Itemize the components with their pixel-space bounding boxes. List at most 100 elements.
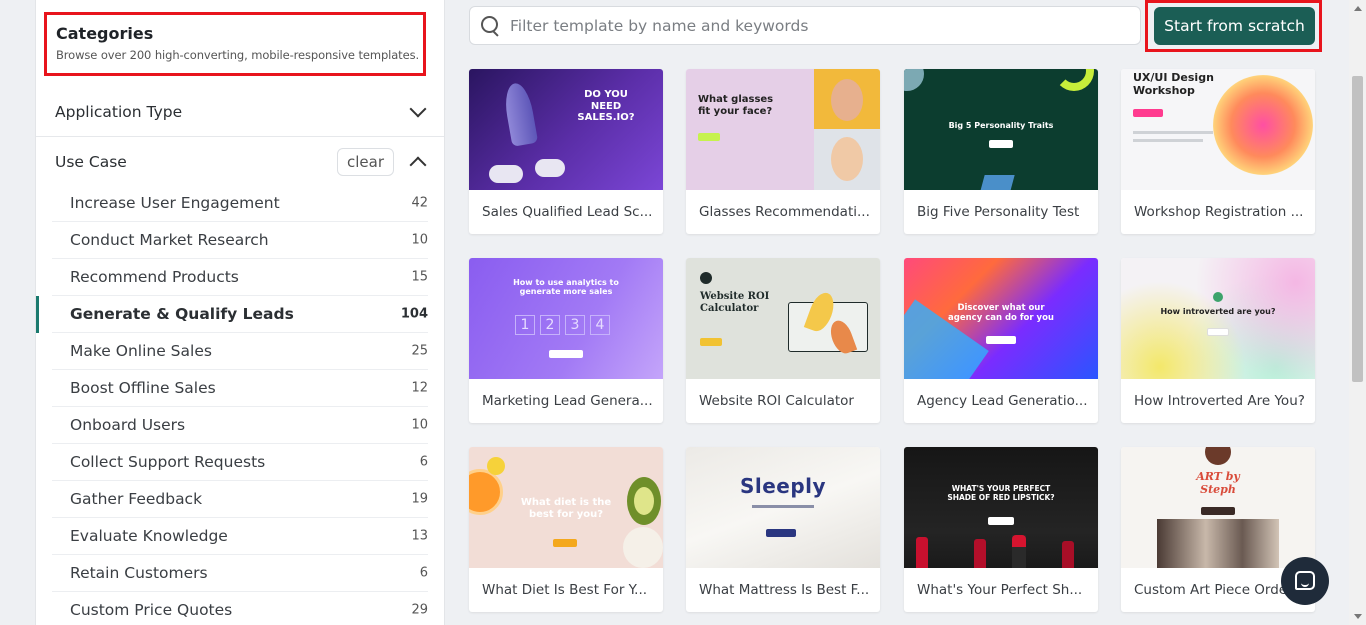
template-card[interactable]: How introverted are you? How Introverted…	[1121, 258, 1315, 423]
use-case-item[interactable]: Collect Support Requests 6	[52, 444, 428, 481]
flower-icon	[1213, 292, 1223, 302]
thumbnail-button	[1133, 109, 1163, 117]
template-title: What Diet Is Best For Y...	[482, 582, 648, 598]
use-case-item[interactable]: Gather Feedback 19	[52, 481, 428, 518]
template-card[interactable]: Website ROI Calculator Website ROI Calcu…	[686, 258, 880, 423]
template-card[interactable]: How to use analytics to generate more sa…	[469, 258, 663, 423]
categories-title: Categories	[56, 24, 154, 43]
use-case-item-active[interactable]: Generate & Qualify Leads 104	[36, 296, 428, 333]
use-case-item-count: 15	[411, 269, 428, 285]
template-card[interactable]: What diet is the best for you? What Diet…	[469, 447, 663, 612]
cloud-illustration	[489, 165, 523, 183]
use-case-item[interactable]: Custom Price Quotes 29	[52, 592, 428, 625]
lipstick-illustration	[1012, 535, 1026, 568]
chevron-down-icon[interactable]	[409, 100, 427, 117]
template-card[interactable]: UX/UI Design Workshop Workshop Registrat…	[1121, 69, 1315, 234]
orange-illustration	[469, 469, 503, 515]
lipstick-illustration	[1062, 541, 1074, 568]
template-thumbnail: What diet is the best for you?	[469, 447, 663, 568]
use-case-item[interactable]: Onboard Users 10	[52, 407, 428, 444]
use-case-section[interactable]: Use Case clear	[36, 137, 444, 187]
use-case-item-label: Custom Price Quotes	[70, 601, 233, 619]
template-thumbnail: Big 5 Personality Traits	[904, 69, 1098, 190]
template-card[interactable]: What glasses fit your face? Glasses Reco…	[686, 69, 880, 234]
decor-shape	[1054, 69, 1094, 91]
template-thumbnail: UX/UI Design Workshop	[1121, 69, 1315, 190]
template-card[interactable]: Discover what our agency can do for you …	[904, 258, 1098, 423]
search-input[interactable]	[510, 7, 1130, 44]
thumbnail-headline: DO YOU NEED SALES.IO?	[577, 89, 635, 123]
text-placeholder	[1133, 139, 1203, 142]
use-case-item[interactable]: Boost Offline Sales 12	[52, 370, 428, 407]
rocket-illustration	[501, 81, 539, 147]
scroll-down-arrow-icon[interactable]	[1354, 614, 1362, 619]
use-case-item-label: Recommend Products	[70, 268, 239, 286]
thumbnail-headline: Website ROI Calculator	[700, 291, 770, 314]
template-card[interactable]: DO YOU NEED SALES.IO? Sales Qualified Le…	[469, 69, 663, 234]
chat-bubble-icon	[1295, 571, 1315, 590]
avatar	[1205, 447, 1231, 465]
use-case-item-count: 6	[419, 565, 428, 581]
use-case-item[interactable]: Retain Customers 6	[52, 555, 428, 592]
application-type-section[interactable]: Application Type	[36, 87, 444, 137]
use-case-item-label: Collect Support Requests	[70, 453, 266, 471]
template-thumbnail: Discover what our agency can do for you	[904, 258, 1098, 379]
categories-subtitle: Browse over 200 high-converting, mobile-…	[56, 48, 420, 62]
template-title: What Mattress Is Best F...	[699, 582, 870, 598]
use-case-item[interactable]: Make Online Sales 25	[52, 333, 428, 370]
template-title: Sales Qualified Lead Sc...	[482, 204, 653, 220]
lemon-illustration	[487, 457, 505, 475]
decor-shape	[979, 175, 1015, 190]
template-thumbnail: Website ROI Calculator	[686, 258, 880, 379]
page-scrollbar[interactable]	[1349, 0, 1366, 625]
decor-circle	[904, 69, 924, 91]
scroll-up-arrow-icon[interactable]	[1354, 6, 1362, 11]
digit-box: 4	[590, 315, 610, 335]
thumbnail-button	[1207, 328, 1229, 336]
categories-sidebar: Categories Browse over 200 high-converti…	[35, 0, 445, 625]
artwork-photo	[1157, 519, 1279, 568]
template-title: Custom Art Piece Orde...	[1134, 582, 1300, 598]
template-search[interactable]	[469, 6, 1141, 45]
use-case-item-count: 6	[419, 454, 428, 470]
use-case-item-count: 42	[411, 195, 428, 211]
use-case-item-label: Onboard Users	[70, 416, 186, 434]
use-case-item-count: 10	[411, 232, 428, 248]
use-case-item[interactable]: Increase User Engagement 42	[52, 185, 428, 222]
use-case-item-count: 12	[411, 380, 428, 396]
chevron-up-icon[interactable]	[409, 156, 427, 174]
clear-button[interactable]: clear	[336, 148, 394, 176]
thumbnail-headline: How to use analytics to generate more sa…	[513, 278, 619, 297]
portrait-photo	[814, 69, 880, 129]
avocado-illustration	[627, 477, 661, 525]
template-thumbnail: Sleeply	[686, 447, 880, 568]
use-case-item-label: Conduct Market Research	[70, 231, 269, 249]
thumbnail-button	[986, 336, 1016, 344]
template-card[interactable]: WHAT'S YOUR PERFECT SHADE OF RED LIPSTIC…	[904, 447, 1098, 612]
thumbnail-headline: Discover what our agency can do for you	[948, 303, 1054, 323]
use-case-item-label: Gather Feedback	[70, 490, 203, 508]
use-case-item-label: Boost Offline Sales	[70, 379, 216, 397]
thumbnail-button	[988, 517, 1014, 525]
use-case-item[interactable]: Conduct Market Research 10	[52, 222, 428, 259]
template-title: Website ROI Calculator	[699, 393, 854, 409]
text-placeholder	[1133, 131, 1213, 134]
use-case-label: Use Case	[55, 153, 127, 171]
lipstick-illustration	[916, 537, 928, 568]
coconut-illustration	[623, 527, 663, 568]
thumbnail-headline: UX/UI Design Workshop	[1133, 71, 1214, 97]
use-case-item[interactable]: Recommend Products 15	[52, 259, 428, 296]
cloud-illustration	[535, 159, 565, 177]
template-title: Agency Lead Generatio...	[917, 393, 1088, 409]
use-case-item[interactable]: Evaluate Knowledge 13	[52, 518, 428, 555]
counter-digits: 1234	[515, 314, 619, 335]
thumbnail-button	[698, 133, 720, 141]
template-card[interactable]: Sleeply What Mattress Is Best F...	[686, 447, 880, 612]
chat-launcher-button[interactable]	[1281, 557, 1329, 605]
template-title: What's Your Perfect Sh...	[917, 582, 1083, 598]
use-case-item-label: Generate & Qualify Leads	[70, 305, 294, 323]
scrollbar-thumb[interactable]	[1352, 76, 1363, 382]
scratch-button-highlight: Start from scratch	[1145, 0, 1322, 52]
template-card[interactable]: Big 5 Personality Traits Big Five Person…	[904, 69, 1098, 234]
start-from-scratch-button[interactable]: Start from scratch	[1154, 7, 1315, 45]
